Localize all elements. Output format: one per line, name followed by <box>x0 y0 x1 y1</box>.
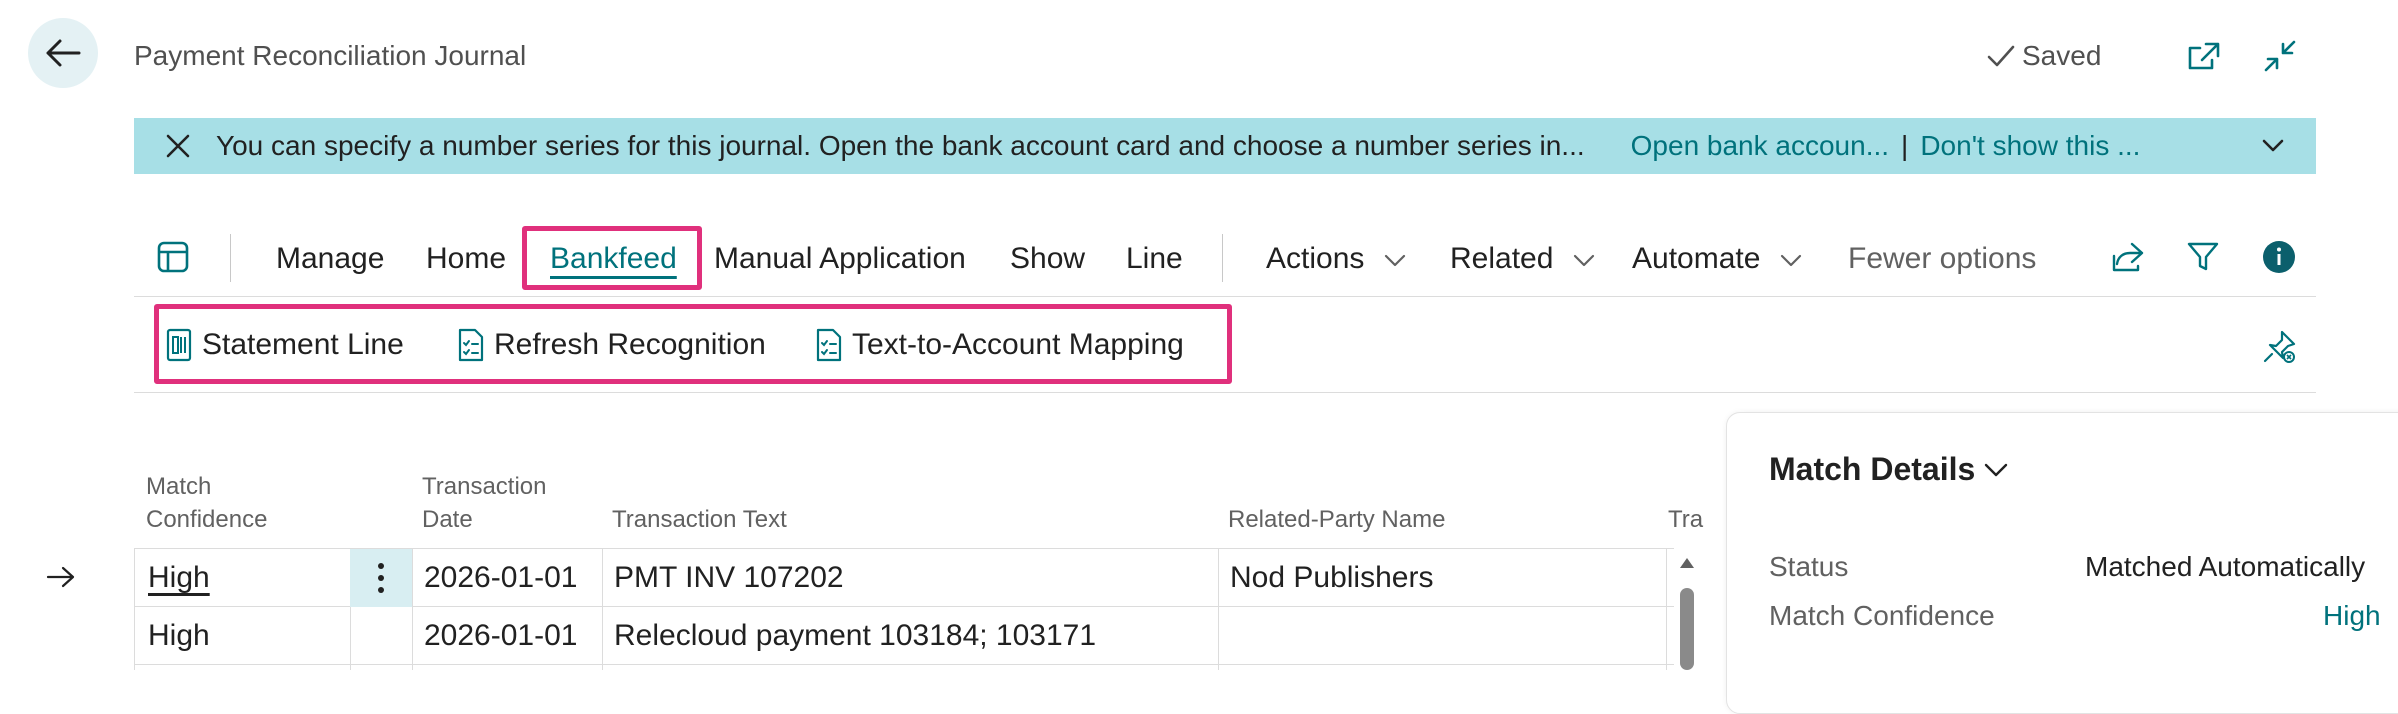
chevron-down-icon <box>1983 461 2009 479</box>
chevron-down-icon <box>1383 252 1407 268</box>
header-line: Match <box>146 473 212 500</box>
tab-show[interactable]: Show <box>1010 242 1085 276</box>
column-header-truncated[interactable]: Tra <box>1668 503 1704 536</box>
column-header-match-confidence[interactable]: Match Confidence <box>146 470 267 536</box>
saved-label: Saved <box>2022 40 2102 71</box>
related-menu[interactable]: Related <box>1450 242 1596 276</box>
header-line: Confidence <box>146 506 268 533</box>
page-layout-icon[interactable] <box>156 240 190 274</box>
match-confidence-value[interactable]: High <box>2323 600 2381 632</box>
match-confidence-label: Match Confidence <box>1769 600 1995 631</box>
saved-status: Saved <box>1986 40 2101 72</box>
actions-menu[interactable]: Actions <box>1266 242 1407 276</box>
header-line: Date <box>422 506 473 533</box>
scroll-up-icon[interactable] <box>1678 556 1696 570</box>
transaction-text-cell[interactable]: Relecloud payment 103184; 103171 <box>614 619 1096 653</box>
open-new-window-icon[interactable] <box>2186 40 2222 72</box>
row-menu-button[interactable] <box>350 549 412 607</box>
sub-action-bar: Statement Line Refresh Recognition Text-… <box>134 298 2316 393</box>
notification-bar: You can specify a number series for this… <box>134 118 2316 174</box>
checkmark-icon <box>1986 43 2016 69</box>
column-header-transaction-date[interactable]: Transaction Date <box>422 470 547 536</box>
related-party-cell[interactable]: Nod Publishers <box>1230 561 1433 595</box>
current-row-arrow-icon <box>46 565 76 589</box>
dont-show-link[interactable]: Don't show this ... <box>1920 130 2140 162</box>
match-details-header[interactable]: Match Details <box>1769 451 2009 488</box>
match-details-factbox: Match Details Status Matched Automatical… <box>1726 412 2398 714</box>
column-header-related-party-name[interactable]: Related-Party Name <box>1228 503 1445 536</box>
toolbar-divider <box>230 234 231 282</box>
automate-menu[interactable]: Automate <box>1632 242 1803 276</box>
match-confidence-cell[interactable]: High <box>148 619 210 653</box>
pin-icon[interactable] <box>2262 328 2298 364</box>
actions-label: Actions <box>1266 242 1365 275</box>
automate-label: Automate <box>1632 242 1761 275</box>
transaction-date-cell[interactable]: 2026-01-01 <box>424 619 577 653</box>
fewer-options-button[interactable]: Fewer options <box>1848 242 2036 276</box>
table-scrollbar[interactable] <box>1672 550 1700 670</box>
related-label: Related <box>1450 242 1554 275</box>
toolbar-divider <box>1222 234 1223 282</box>
more-vertical-icon <box>377 562 385 594</box>
filter-icon[interactable] <box>2186 240 2220 274</box>
tab-home[interactable]: Home <box>426 242 506 276</box>
collapse-icon[interactable] <box>2262 38 2298 74</box>
share-icon[interactable] <box>2110 240 2146 274</box>
chevron-down-icon[interactable] <box>2260 132 2286 158</box>
table-row[interactable]: High 2026-01-01 Relecloud payment 103184… <box>0 607 1700 665</box>
notification-separator: | <box>1901 130 1909 161</box>
subbar-highlight <box>154 304 1232 384</box>
header-line: Transaction <box>422 473 547 500</box>
tab-manual-application[interactable]: Manual Application <box>714 242 966 276</box>
match-confidence-cell[interactable]: High <box>148 561 210 595</box>
tab-line[interactable]: Line <box>1126 242 1183 276</box>
status-label: Status <box>1769 551 1849 582</box>
bankfeed-highlight <box>522 226 702 290</box>
table-row[interactable]: High 2026-01-01 PMT INV 107202 Nod Publi… <box>0 549 1700 607</box>
open-bank-account-link[interactable]: Open bank accoun... <box>1631 130 1889 162</box>
chevron-down-icon <box>1779 252 1803 268</box>
factbox-title: Match Details <box>1769 451 1976 487</box>
scrollbar-thumb[interactable] <box>1680 588 1694 670</box>
back-button[interactable] <box>28 18 98 88</box>
page-title: Payment Reconciliation Journal <box>134 40 527 71</box>
action-bar: Manage Home Bankfeed Manual Application … <box>134 224 2316 297</box>
transaction-text-cell[interactable]: PMT INV 107202 <box>614 561 844 595</box>
info-icon[interactable] <box>2262 240 2296 274</box>
column-header-transaction-text[interactable]: Transaction Text <box>612 503 787 536</box>
transaction-date-cell[interactable]: 2026-01-01 <box>424 561 577 595</box>
chevron-down-icon <box>1572 252 1596 268</box>
notification-message: You can specify a number series for this… <box>216 130 1585 161</box>
arrow-left-icon <box>45 38 81 68</box>
status-value: Matched Automatically <box>2085 551 2366 582</box>
tab-manage[interactable]: Manage <box>276 242 384 276</box>
close-icon[interactable] <box>164 132 192 160</box>
